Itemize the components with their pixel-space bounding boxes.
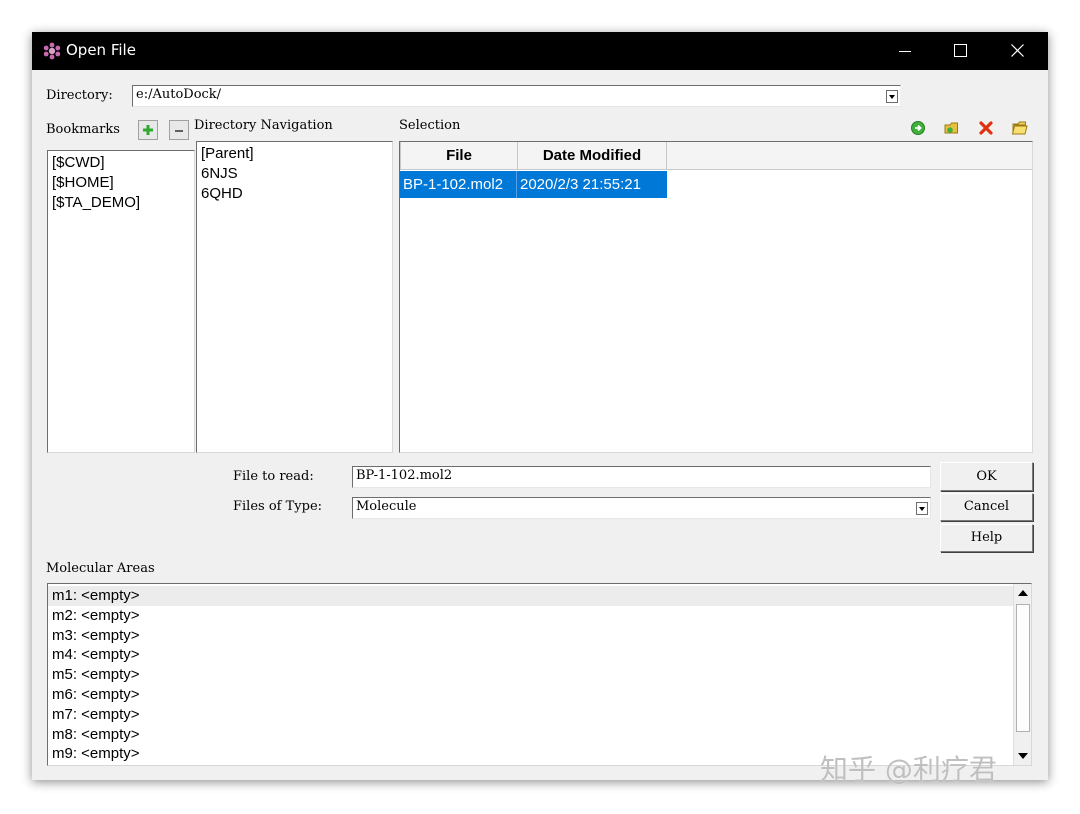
- add-bookmark-button[interactable]: [138, 120, 158, 140]
- molecular-areas-label: Molecular Areas: [46, 561, 155, 576]
- go-icon[interactable]: [910, 120, 926, 136]
- ok-button[interactable]: OK: [940, 462, 1033, 491]
- selection-table[interactable]: File Date Modified BP-1-102.mol2 2020/2/…: [399, 141, 1033, 453]
- bookmark-item[interactable]: [$CWD]: [48, 153, 194, 173]
- vertical-scrollbar[interactable]: [1013, 584, 1031, 765]
- help-button[interactable]: Help: [940, 524, 1033, 552]
- directory-navigation-list[interactable]: [Parent] 6NJS 6QHD: [196, 141, 393, 453]
- delete-icon[interactable]: [978, 120, 994, 136]
- scroll-up-arrow-icon[interactable]: [1018, 590, 1028, 596]
- column-header-filler: [667, 142, 1032, 170]
- navigation-label: Directory Navigation: [194, 118, 333, 133]
- navigation-item[interactable]: 6NJS: [197, 164, 392, 184]
- cancel-button[interactable]: Cancel: [940, 493, 1033, 521]
- app-icon: [43, 42, 61, 60]
- open-file-dialog: Open File Directory: e:/AutoDock/ Bookma…: [32, 32, 1048, 780]
- remove-bookmark-button[interactable]: [169, 120, 189, 140]
- list-item[interactable]: m1: <empty>: [48, 586, 1013, 606]
- list-item[interactable]: m2: <empty>: [48, 606, 1013, 626]
- bookmark-item[interactable]: [$TA_DEMO]: [48, 193, 194, 213]
- molecular-areas-list[interactable]: m1: <empty> m2: <empty> m3: <empty> m4: …: [47, 583, 1032, 766]
- minus-icon: [175, 130, 183, 132]
- new-folder-icon[interactable]: [944, 120, 960, 136]
- list-item[interactable]: m7: <empty>: [48, 705, 1013, 725]
- window-title: Open File: [66, 41, 136, 59]
- close-button[interactable]: [992, 32, 1042, 70]
- table-row[interactable]: BP-1-102.mol2 2020/2/3 21:55:21: [400, 171, 667, 198]
- bookmarks-label: Bookmarks: [46, 122, 120, 137]
- navigation-item[interactable]: 6QHD: [197, 184, 392, 204]
- directory-input[interactable]: e:/AutoDock/: [132, 85, 901, 107]
- directory-dropdown-arrow[interactable]: [886, 90, 898, 103]
- date-cell: 2020/2/3 21:55:21: [520, 176, 641, 193]
- directory-value: e:/AutoDock/: [136, 87, 222, 102]
- list-item[interactable]: m3: <empty>: [48, 626, 1013, 646]
- maximize-button[interactable]: [935, 32, 985, 70]
- bookmark-item[interactable]: [$HOME]: [48, 173, 194, 193]
- close-icon: [1011, 44, 1024, 57]
- column-header-date-modified[interactable]: Date Modified: [518, 142, 667, 170]
- file-to-read-label: File to read:: [233, 469, 314, 484]
- minimize-button[interactable]: [880, 32, 930, 70]
- directory-label: Directory:: [46, 88, 113, 103]
- files-of-type-value: Molecule: [356, 499, 417, 514]
- files-of-type-dropdown-arrow[interactable]: [916, 502, 928, 515]
- file-to-read-input[interactable]: BP-1-102.mol2: [352, 466, 931, 488]
- file-cell: BP-1-102.mol2: [400, 171, 517, 198]
- navigation-item[interactable]: [Parent]: [197, 144, 392, 164]
- column-header-file[interactable]: File: [400, 142, 518, 170]
- title-bar[interactable]: Open File: [32, 32, 1048, 70]
- watermark: 知乎 @利疗君: [820, 753, 997, 786]
- selection-label: Selection: [399, 118, 461, 133]
- files-of-type-label: Files of Type:: [233, 499, 323, 514]
- open-folder-icon[interactable]: [1012, 120, 1028, 136]
- list-item[interactable]: m5: <empty>: [48, 665, 1013, 685]
- list-item[interactable]: m4: <empty>: [48, 645, 1013, 665]
- list-item[interactable]: m8: <empty>: [48, 725, 1013, 745]
- plus-icon: [143, 125, 153, 135]
- scroll-down-arrow-icon[interactable]: [1018, 753, 1028, 759]
- bookmarks-list[interactable]: [$CWD] [$HOME] [$TA_DEMO]: [47, 150, 195, 453]
- list-item[interactable]: m6: <empty>: [48, 685, 1013, 705]
- scroll-thumb[interactable]: [1016, 604, 1030, 732]
- files-of-type-select[interactable]: Molecule: [352, 497, 931, 519]
